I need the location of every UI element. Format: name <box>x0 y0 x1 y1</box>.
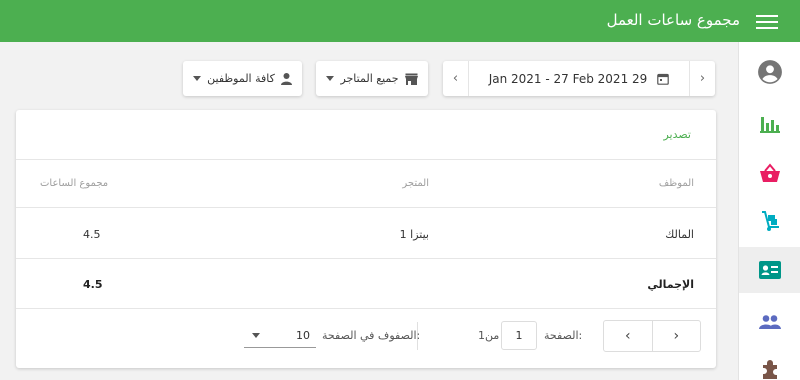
dolly-icon <box>762 211 779 231</box>
employees-dropdown-label: كافة الموظفين <box>207 72 275 85</box>
previous-page-button[interactable]: ‹ <box>604 321 653 351</box>
chevron-down-icon <box>326 76 335 81</box>
report-card: تصدير الموظف المتجر مجموع الساعات المالك… <box>16 110 716 368</box>
account-circle-icon <box>758 60 782 84</box>
rows-per-page-label: الصفوف في الصفحة: <box>322 329 421 342</box>
column-header-store: المتجر <box>402 178 429 189</box>
shopping-basket-icon <box>760 163 780 182</box>
page-number-input[interactable]: 1 <box>501 321 537 350</box>
chevron-down-icon <box>252 333 260 338</box>
stores-dropdown[interactable]: جميع المتاجر <box>316 61 428 96</box>
app-bar: مجموع ساعات العمل <box>0 0 800 42</box>
divider <box>16 308 716 309</box>
page-title: مجموع ساعات العمل <box>606 11 740 29</box>
rows-per-page-value: 10 <box>296 329 310 342</box>
next-period-button[interactable]: › <box>689 61 715 96</box>
next-page-button[interactable]: › <box>653 321 701 351</box>
row-store: بيتزا 1 <box>399 228 429 241</box>
rows-per-page-select[interactable]: 10 <box>244 324 316 348</box>
sidebar-item-inventory[interactable] <box>739 198 800 244</box>
bar-chart-icon <box>760 117 780 133</box>
sidebar-item-customers[interactable] <box>739 299 800 345</box>
puzzle-icon <box>763 360 777 379</box>
employees-dropdown[interactable]: كافة الموظفين <box>183 61 302 96</box>
export-button[interactable]: تصدير <box>663 128 691 141</box>
page-of-label: 1من <box>478 329 500 342</box>
sidebar-item-employees[interactable] <box>739 247 800 293</box>
sidebar-item-sales[interactable] <box>739 150 800 196</box>
date-range-field[interactable]: Jan 2021 - 27 Feb 2021 29 <box>469 72 689 86</box>
date-range-text: Jan 2021 - 27 Feb 2021 29 <box>488 71 648 86</box>
sidebar-item-integrations[interactable] <box>739 347 800 380</box>
total-label: الإجمالي <box>647 278 694 291</box>
divider <box>16 258 716 259</box>
column-header-employee: الموظف <box>658 178 694 189</box>
sidebar-item-reports[interactable] <box>739 101 800 147</box>
pagination-buttons: ‹ › <box>603 320 701 352</box>
divider <box>16 207 716 208</box>
calendar-icon <box>657 73 670 85</box>
date-range-picker: ‹ Jan 2021 - 27 Feb 2021 29 › <box>443 61 715 96</box>
side-nav <box>738 42 800 380</box>
row-total-hours: 4.5 <box>83 228 101 241</box>
person-icon <box>280 72 292 85</box>
previous-period-button[interactable]: ‹ <box>443 61 469 96</box>
stores-dropdown-label: جميع المتاجر <box>340 72 399 85</box>
sidebar-item-account[interactable] <box>739 49 800 95</box>
row-employee: المالك <box>665 228 694 241</box>
id-card-icon <box>759 261 781 279</box>
page-label: الصفحة: <box>544 329 583 342</box>
total-hours-value: 4.5 <box>83 278 103 291</box>
divider <box>16 159 716 160</box>
store-icon <box>404 73 418 85</box>
chevron-down-icon <box>193 76 202 81</box>
people-icon <box>759 315 781 329</box>
menu-icon[interactable] <box>756 11 778 31</box>
column-header-total-hours: مجموع الساعات <box>40 178 109 189</box>
